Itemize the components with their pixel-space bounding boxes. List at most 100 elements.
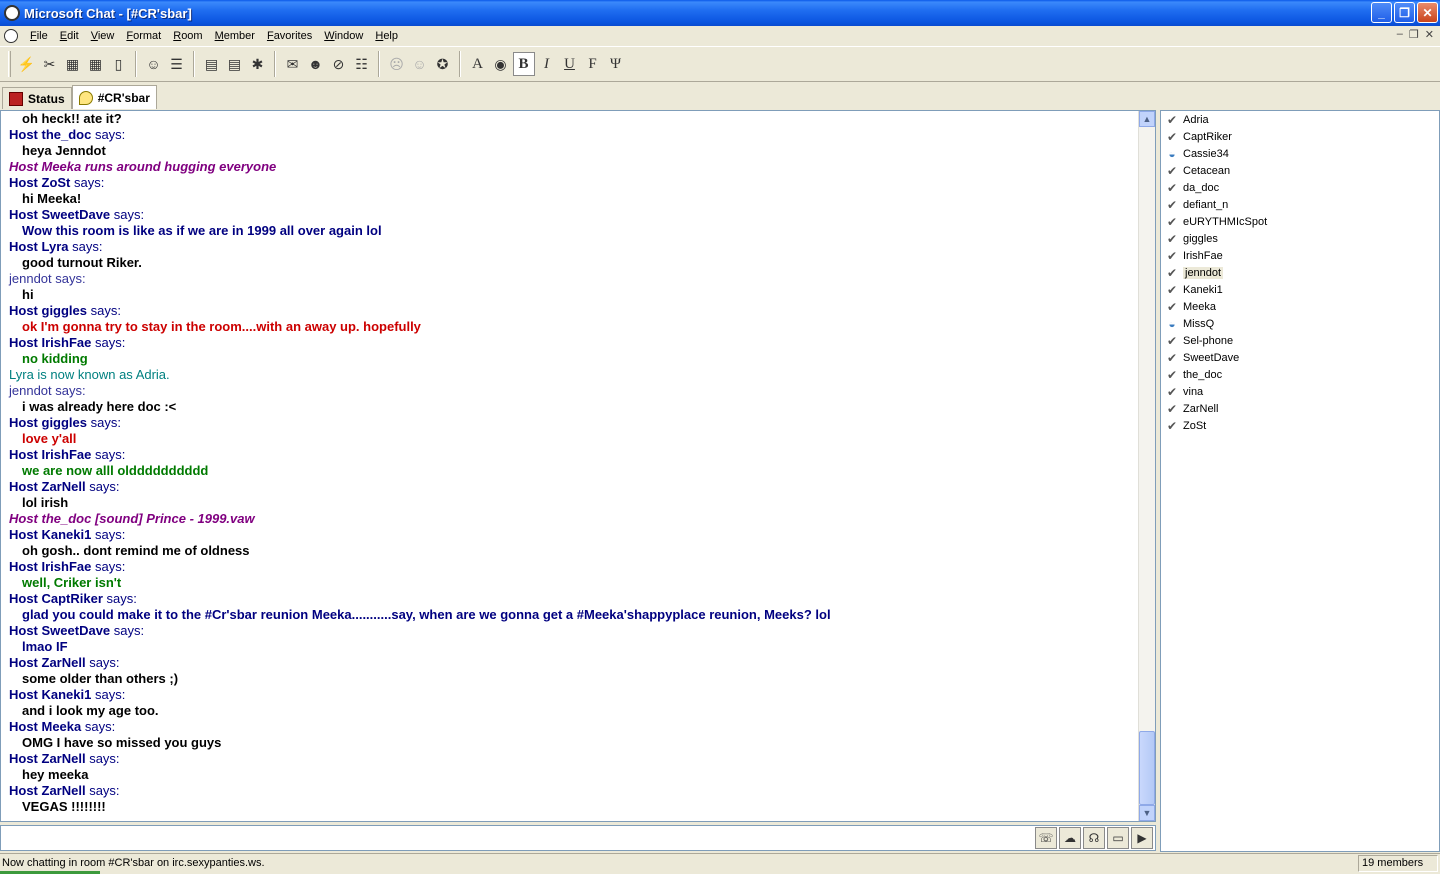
menu-help[interactable]: Help — [369, 30, 404, 42]
toolbar-grip[interactable] — [8, 51, 11, 77]
message-input[interactable] — [3, 828, 1029, 848]
speaker-name[interactable]: Host ZarNell — [9, 479, 86, 494]
chat-scrollbar[interactable]: ▲ ▼ — [1138, 111, 1155, 821]
say-button-icon[interactable]: ☏ — [1035, 827, 1057, 849]
think-icon[interactable]: ☺ — [409, 52, 431, 76]
speaker-name[interactable]: Host giggles — [9, 303, 87, 318]
menu-file[interactable]: File — [24, 30, 54, 42]
italic-icon[interactable]: I — [536, 52, 558, 76]
member-item[interactable]: ✔ Kaneki1 — [1161, 281, 1439, 298]
speaker-name[interactable]: Host ZarNell — [9, 655, 86, 670]
bold-icon[interactable]: B — [512, 52, 535, 76]
member-item[interactable]: ✔ ZoSt — [1161, 417, 1439, 434]
member-item[interactable]: ✔ SweetDave — [1161, 349, 1439, 366]
room-properties-icon[interactable]: ▤ — [201, 52, 223, 76]
member-item[interactable]: ✔ giggles — [1161, 230, 1439, 247]
host-gavel-icon: ✔ — [1166, 214, 1178, 229]
menu-room[interactable]: Room — [167, 30, 208, 42]
text-view-icon[interactable]: ☰ — [166, 52, 188, 76]
message-text: we are now alll oldddddddddd — [22, 463, 209, 478]
speaker-name[interactable]: Host SweetDave — [9, 623, 110, 638]
member-item[interactable]: ✔ CaptRiker — [1161, 128, 1439, 145]
message-text: some older than others ;) — [22, 671, 179, 686]
enter-room-icon[interactable]: ▦ — [62, 52, 84, 76]
speaker-name[interactable]: Host ZoSt — [9, 175, 70, 190]
speaker-name[interactable]: Host CaptRiker — [9, 591, 103, 606]
send-mail-icon[interactable]: ✉ — [282, 52, 304, 76]
restore-button[interactable]: ❐ — [1394, 2, 1415, 23]
says-label: says: — [85, 479, 120, 494]
menu-favorites[interactable]: Favorites — [261, 30, 318, 42]
member-item[interactable]: ✔ IrishFae — [1161, 247, 1439, 264]
menu-format[interactable]: Format — [120, 30, 167, 42]
leave-room-icon[interactable]: ▦ — [85, 52, 107, 76]
action-button-icon[interactable]: ▭ — [1107, 827, 1129, 849]
mdi-close-button[interactable]: ✕ — [1425, 28, 1434, 41]
menu-edit[interactable]: Edit — [54, 30, 85, 42]
speaker-name[interactable]: Host Lyra — [9, 239, 68, 254]
member-item[interactable]: ✔ eURYTHMIcSpot — [1161, 213, 1439, 230]
underline-icon[interactable]: U — [559, 52, 581, 76]
document-icon[interactable] — [4, 28, 18, 43]
user-list-icon[interactable]: ▤ — [224, 52, 246, 76]
speaker-name[interactable]: Host giggles — [9, 415, 87, 430]
member-item[interactable]: ✔ Sel-phone — [1161, 332, 1439, 349]
tab-status[interactable]: Status — [2, 87, 72, 109]
font-icon[interactable]: A — [467, 52, 489, 76]
color-icon[interactable]: ◉ — [490, 52, 512, 76]
scroll-thumb[interactable] — [1139, 731, 1155, 805]
close-button[interactable]: ✕ — [1417, 2, 1438, 23]
member-list[interactable]: ✔ Adria ✔ CaptRiker ◒ Cassie34 ✔ Cetacean ✔ da_do… — [1160, 110, 1440, 852]
disconnect-icon[interactable]: ✂ — [39, 52, 61, 76]
ignore-icon[interactable]: ⊘ — [328, 52, 350, 76]
member-item[interactable]: ✔ Adria — [1161, 111, 1439, 128]
chat-history[interactable]: oh heck!! ate it? Host the_doc says: heya … — [0, 110, 1156, 822]
app-icon[interactable] — [4, 5, 20, 21]
speaker-name[interactable]: Host ZarNell — [9, 751, 86, 766]
symbol-font-icon[interactable]: Ψ — [605, 52, 627, 76]
speaker-name[interactable]: Host Meeka — [9, 719, 81, 734]
speaker-name[interactable]: Host SweetDave — [9, 207, 110, 222]
fixed-font-icon[interactable]: F — [582, 52, 604, 76]
favorites-icon[interactable]: ✱ — [247, 52, 269, 76]
member-item[interactable]: ✔ vina — [1161, 383, 1439, 400]
room-list-icon[interactable]: ▯ — [108, 52, 130, 76]
host-gavel-icon: ✔ — [1166, 282, 1178, 297]
member-item[interactable]: ✔ Meeka — [1161, 298, 1439, 315]
speaker-name[interactable]: Host Kaneki1 — [9, 687, 91, 702]
member-item[interactable]: ✔ defiant_n — [1161, 196, 1439, 213]
comic-view-icon[interactable]: ☺ — [143, 52, 165, 76]
message-text: heya Jenndot — [22, 143, 106, 158]
get-identity-icon[interactable]: ☻ — [305, 52, 327, 76]
menu-member[interactable]: Member — [209, 30, 261, 42]
minimize-button[interactable]: _ — [1371, 2, 1392, 23]
whisper-icon[interactable]: ☹ — [386, 52, 408, 76]
member-item[interactable]: ◒ MissQ — [1161, 315, 1439, 332]
speaker-name[interactable]: Host IrishFae — [9, 559, 91, 574]
speaker-name[interactable]: Host IrishFae — [9, 447, 91, 462]
whisper-button-icon[interactable]: ☊ — [1083, 827, 1105, 849]
speaker-name[interactable]: Host Kaneki1 — [9, 527, 91, 542]
mdi-minimize-button[interactable]: – — [1397, 28, 1403, 41]
sound-button-icon[interactable]: ▶ — [1131, 827, 1153, 849]
menu-window[interactable]: Window — [318, 30, 369, 42]
member-item[interactable]: ✔ the_doc — [1161, 366, 1439, 383]
menu-view[interactable]: View — [85, 30, 121, 42]
speaker-name[interactable]: Host IrishFae — [9, 335, 91, 350]
scroll-down-icon[interactable]: ▼ — [1139, 805, 1155, 821]
member-item[interactable]: ✔ ZarNell — [1161, 400, 1439, 417]
netmeeting-icon[interactable]: ✪ — [432, 52, 454, 76]
connect-icon[interactable]: ⚡ — [16, 52, 38, 76]
member-item[interactable]: ✔ da_doc — [1161, 179, 1439, 196]
member-item[interactable]: ✔ jenndot — [1161, 264, 1439, 281]
tab-room[interactable]: #CR'sbar — [71, 85, 157, 109]
think-button-icon[interactable]: ☁ — [1059, 827, 1081, 849]
speaker-name[interactable]: Host the_doc — [9, 127, 91, 142]
mdi-restore-button[interactable]: ❐ — [1409, 28, 1419, 41]
member-item[interactable]: ✔ Cetacean — [1161, 162, 1439, 179]
member-properties-icon[interactable]: ☷ — [351, 52, 373, 76]
member-name: Kaneki1 — [1183, 283, 1223, 296]
scroll-up-icon[interactable]: ▲ — [1139, 111, 1155, 127]
speaker-name[interactable]: Host ZarNell — [9, 783, 86, 798]
member-item[interactable]: ◒ Cassie34 — [1161, 145, 1439, 162]
